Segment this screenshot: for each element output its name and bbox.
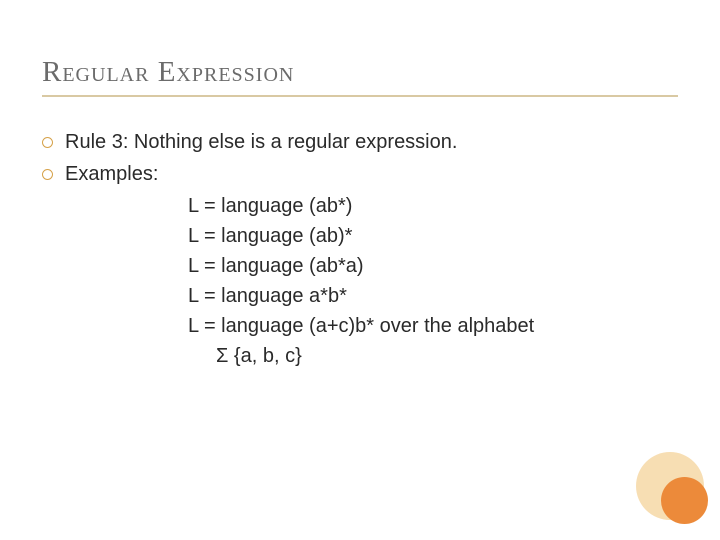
bullet-icon: [42, 137, 53, 148]
alphabet-line: Σ {a, b, c}: [216, 341, 678, 371]
bullet-text: Examples:: [65, 159, 158, 189]
decorative-circle-inner: [661, 477, 708, 524]
example-line: L = language (ab)*: [188, 221, 678, 251]
slide-content: Rule 3: Nothing else is a regular expres…: [42, 127, 678, 371]
bullet-icon: [42, 169, 53, 180]
bullet-text: Rule 3: Nothing else is a regular expres…: [65, 127, 457, 157]
title-underline: [42, 95, 678, 97]
example-line: L = language (ab*a): [188, 251, 678, 281]
bullet-item: Examples:: [42, 159, 678, 189]
example-line: L = language a*b*: [188, 281, 678, 311]
bullet-item: Rule 3: Nothing else is a regular expres…: [42, 127, 678, 157]
examples-block: L = language (ab*) L = language (ab)* L …: [188, 191, 678, 371]
slide: Regular Expression Rule 3: Nothing else …: [0, 0, 720, 540]
example-line: L = language (ab*): [188, 191, 678, 221]
slide-title: Regular Expression: [42, 56, 678, 89]
example-line: L = language (a+c)b* over the alphabet: [188, 311, 678, 341]
